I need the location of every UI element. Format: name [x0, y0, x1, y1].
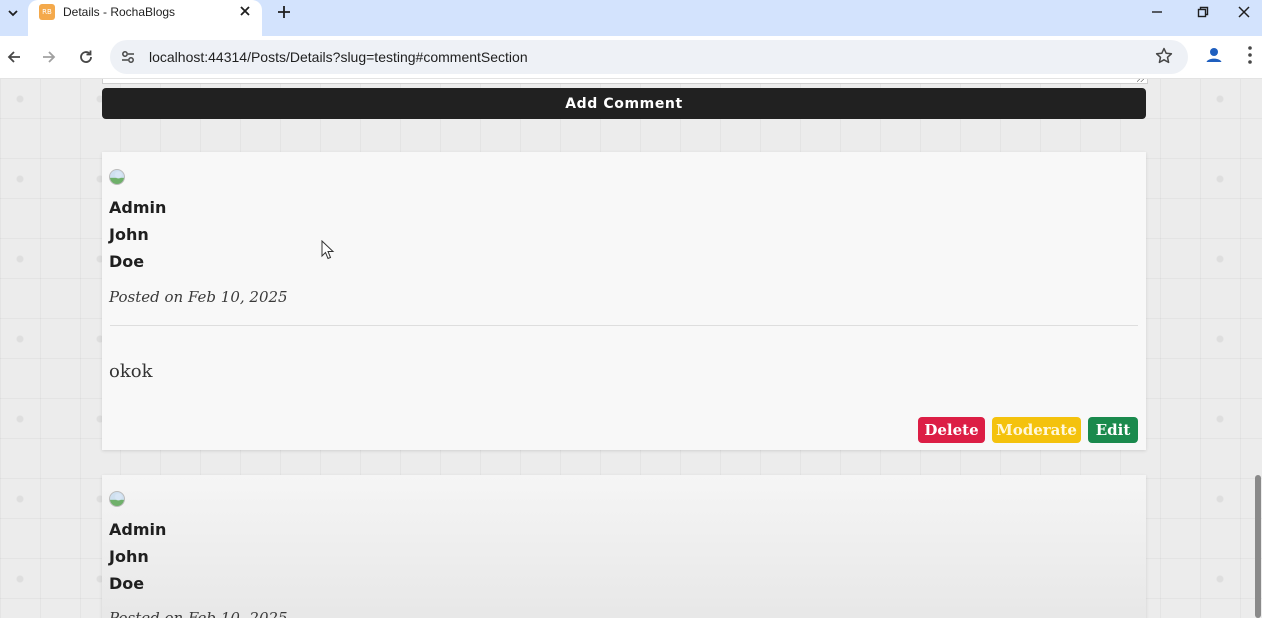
- close-window-button[interactable]: [1226, 0, 1262, 24]
- comment-author: John: [109, 547, 149, 566]
- comment-author: John: [109, 225, 149, 244]
- add-comment-button[interactable]: Add Comment: [102, 88, 1146, 119]
- comment-card: Admin John Doe Posted on Feb 10, 2025 ok…: [102, 152, 1146, 450]
- restore-icon: [1197, 6, 1209, 18]
- comment-textarea[interactable]: [102, 79, 1148, 84]
- tab-title: Details - RochaBlogs: [63, 5, 176, 19]
- arrow-right-icon: [43, 51, 56, 63]
- restore-button[interactable]: [1180, 0, 1226, 24]
- address-bar[interactable]: localhost:44314/Posts/Details?slug=testi…: [110, 40, 1188, 74]
- browser-toolbar: localhost:44314/Posts/Details?slug=testi…: [0, 36, 1262, 79]
- avatar: [109, 491, 125, 507]
- site-favicon-icon: RB: [39, 4, 55, 20]
- edit-button[interactable]: Edit: [1088, 417, 1138, 443]
- close-tab-button[interactable]: [236, 2, 254, 20]
- back-button[interactable]: [0, 43, 28, 71]
- comment-author: Doe: [109, 252, 145, 271]
- delete-button[interactable]: Delete: [918, 417, 985, 443]
- new-tab-button[interactable]: [272, 1, 296, 23]
- tab-strip: RB Details - RochaBlogs: [0, 0, 1262, 36]
- moderate-button[interactable]: Moderate: [992, 417, 1081, 443]
- active-tab[interactable]: RB Details - RochaBlogs: [28, 0, 262, 36]
- comment-text: okok: [109, 361, 153, 382]
- page-viewport: Add Comment Admin John Doe Posted on Feb…: [0, 79, 1262, 618]
- comment-author: Admin: [109, 198, 167, 217]
- tune-icon[interactable]: [120, 49, 136, 65]
- tab-search-button[interactable]: [2, 2, 24, 24]
- forward-button[interactable]: [35, 43, 63, 71]
- chevron-down-icon: [8, 10, 18, 17]
- comment-date: Posted on Feb 10, 2025: [109, 609, 288, 618]
- scrollbar-thumb[interactable]: [1255, 475, 1261, 618]
- resize-handle-icon[interactable]: [1137, 79, 1145, 82]
- reload-icon: [80, 50, 92, 63]
- minimize-button[interactable]: [1134, 0, 1180, 24]
- comment-author: Doe: [109, 574, 145, 593]
- comment-author: Admin: [109, 520, 167, 539]
- plus-icon: [278, 6, 290, 18]
- minimize-icon: [1152, 11, 1162, 13]
- bookmark-star-icon[interactable]: [1154, 46, 1174, 66]
- url-text[interactable]: localhost:44314/Posts/Details?slug=testi…: [149, 49, 528, 65]
- reload-button[interactable]: [72, 43, 100, 71]
- page-scrollbar[interactable]: [1254, 79, 1262, 618]
- avatar: [109, 169, 125, 185]
- mouse-cursor-icon: [321, 240, 335, 260]
- profile-avatar-icon[interactable]: [1202, 43, 1226, 67]
- close-icon: [240, 6, 250, 16]
- more-menu-icon[interactable]: [1238, 43, 1262, 67]
- comment-date: Posted on Feb 10, 2025: [109, 288, 288, 306]
- comment-card: Admin John Doe Posted on Feb 10, 2025: [102, 475, 1146, 618]
- divider: [110, 325, 1138, 326]
- arrow-left-icon: [7, 51, 20, 63]
- close-icon: [1238, 6, 1250, 18]
